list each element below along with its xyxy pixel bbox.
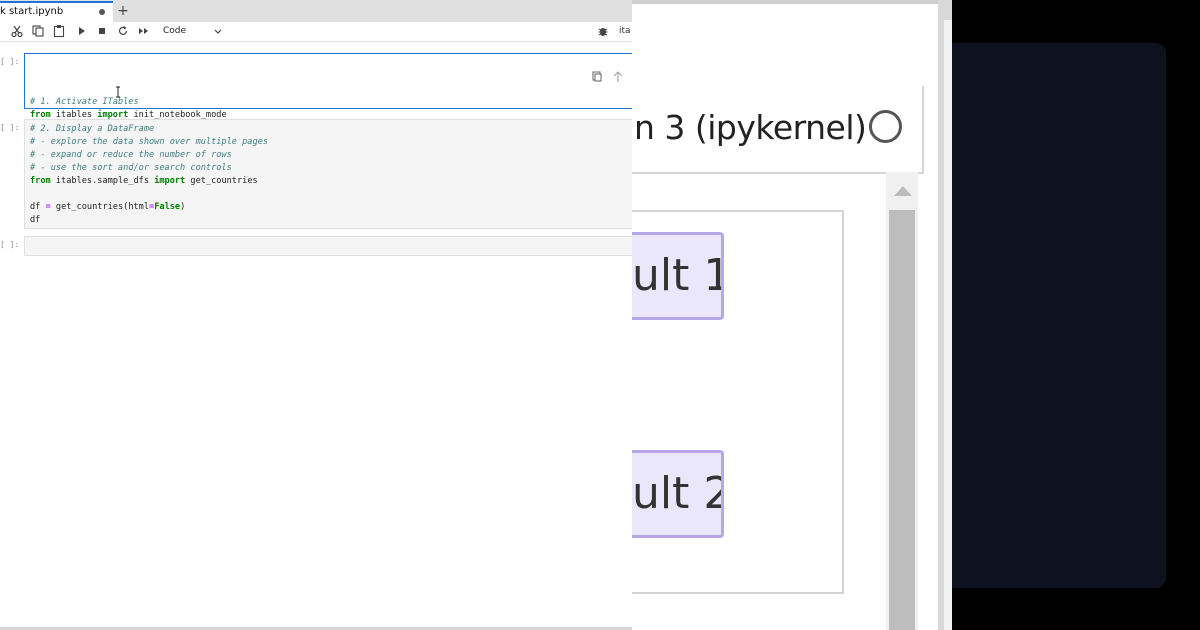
zoom-top-border bbox=[632, 0, 952, 4]
cut-icon[interactable] bbox=[10, 24, 26, 39]
code-token: # - use the sort and/or search controls bbox=[30, 163, 232, 173]
run-icon[interactable] bbox=[75, 24, 91, 39]
code-token: get_countries(html bbox=[50, 202, 150, 212]
code-line[interactable]: df = get_countries(html=False) bbox=[30, 201, 632, 214]
code-token: itables.sample_dfs bbox=[50, 176, 155, 186]
dark-panel bbox=[952, 0, 1200, 630]
kernel-status-icon bbox=[869, 110, 902, 143]
code-token: import bbox=[154, 176, 186, 186]
cell-type-select[interactable]: Code bbox=[158, 24, 225, 39]
cell-prompt: [ ]: bbox=[0, 57, 20, 66]
code-token: # - explore the data shown over multiple… bbox=[30, 137, 268, 147]
new-tab-button[interactable]: + bbox=[114, 3, 132, 19]
cell-prompt: [ ]: bbox=[0, 240, 20, 249]
code-token: ) bbox=[180, 202, 186, 212]
scrollbar-thumb[interactable] bbox=[889, 210, 915, 630]
move-down-icon[interactable] bbox=[591, 57, 605, 71]
result-1-button[interactable]: ult 1 bbox=[632, 232, 724, 320]
code-line[interactable]: # - expand or reduce the number of rows bbox=[30, 149, 632, 162]
code-cell-3[interactable] bbox=[24, 236, 632, 256]
chevron-down-icon bbox=[213, 24, 223, 45]
code-line[interactable]: # - use the sort and/or search controls bbox=[30, 162, 632, 175]
cell-prompt: [ ]: bbox=[0, 123, 20, 132]
code-line[interactable]: from itables.sample_dfs import get_count… bbox=[30, 175, 632, 188]
code-line[interactable]: df bbox=[30, 214, 632, 227]
duplicate-cell-icon[interactable] bbox=[549, 57, 602, 82]
paste-icon[interactable] bbox=[52, 24, 68, 39]
fast-forward-icon[interactable] bbox=[137, 24, 153, 39]
dark-card bbox=[952, 43, 1166, 588]
unsaved-dot-icon[interactable] bbox=[99, 9, 105, 15]
zoomed-panel: n 3 (ipykernel) ult 1 ult 2 bbox=[632, 0, 952, 630]
code-line[interactable]: # - explore the data shown over multiple… bbox=[30, 136, 632, 149]
kernel-label-zoomed[interactable]: n 3 (ipykernel) bbox=[634, 108, 867, 147]
zoom-right-edge bbox=[944, 20, 952, 630]
code-token: # 1. Activate ITables bbox=[30, 97, 139, 107]
tab-notebook[interactable]: k start.ipynb bbox=[0, 1, 113, 22]
notebook-panel: k start.ipynb + Code ita []: # 1. Activ… bbox=[0, 0, 632, 630]
code-token: from bbox=[30, 176, 51, 186]
code-token: # - expand or reduce the number of rows bbox=[30, 150, 232, 160]
copy-icon[interactable] bbox=[31, 24, 47, 39]
code-token: get_countries bbox=[185, 176, 258, 186]
stop-icon[interactable] bbox=[95, 24, 111, 39]
code-token: df bbox=[30, 202, 46, 212]
insert-above-icon[interactable] bbox=[612, 57, 626, 71]
code-token: df bbox=[30, 215, 41, 225]
tab-bar: k start.ipynb + bbox=[0, 0, 632, 23]
code-cell-1[interactable]: # 1. Activate ITables from itables import… bbox=[24, 53, 632, 146]
code-line[interactable]: # 2. Display a DataFrame bbox=[30, 123, 632, 136]
restart-icon[interactable] bbox=[116, 24, 132, 39]
cell-toolbar bbox=[541, 57, 632, 82]
tab-title: k start.ipynb bbox=[0, 6, 64, 17]
cell-type-value: Code bbox=[163, 26, 187, 36]
code-token: False bbox=[154, 202, 181, 212]
move-up-icon[interactable] bbox=[570, 57, 623, 82]
code-line[interactable] bbox=[30, 188, 632, 201]
result-2-button[interactable]: ult 2 bbox=[632, 450, 724, 538]
code-token: # 2. Display a DataFrame bbox=[30, 124, 155, 134]
kernel-name[interactable]: ita bbox=[619, 25, 631, 38]
debugger-icon[interactable] bbox=[596, 24, 612, 39]
notebook-toolbar: Code ita bbox=[0, 22, 632, 42]
vertical-scrollbar[interactable] bbox=[886, 172, 918, 630]
scroll-up-icon[interactable] bbox=[894, 186, 912, 196]
text-cursor-icon bbox=[115, 83, 121, 98]
code-cell-2[interactable]: # 2. Display a DataFrame # - explore the … bbox=[24, 119, 632, 229]
code-line[interactable] bbox=[30, 240, 632, 253]
